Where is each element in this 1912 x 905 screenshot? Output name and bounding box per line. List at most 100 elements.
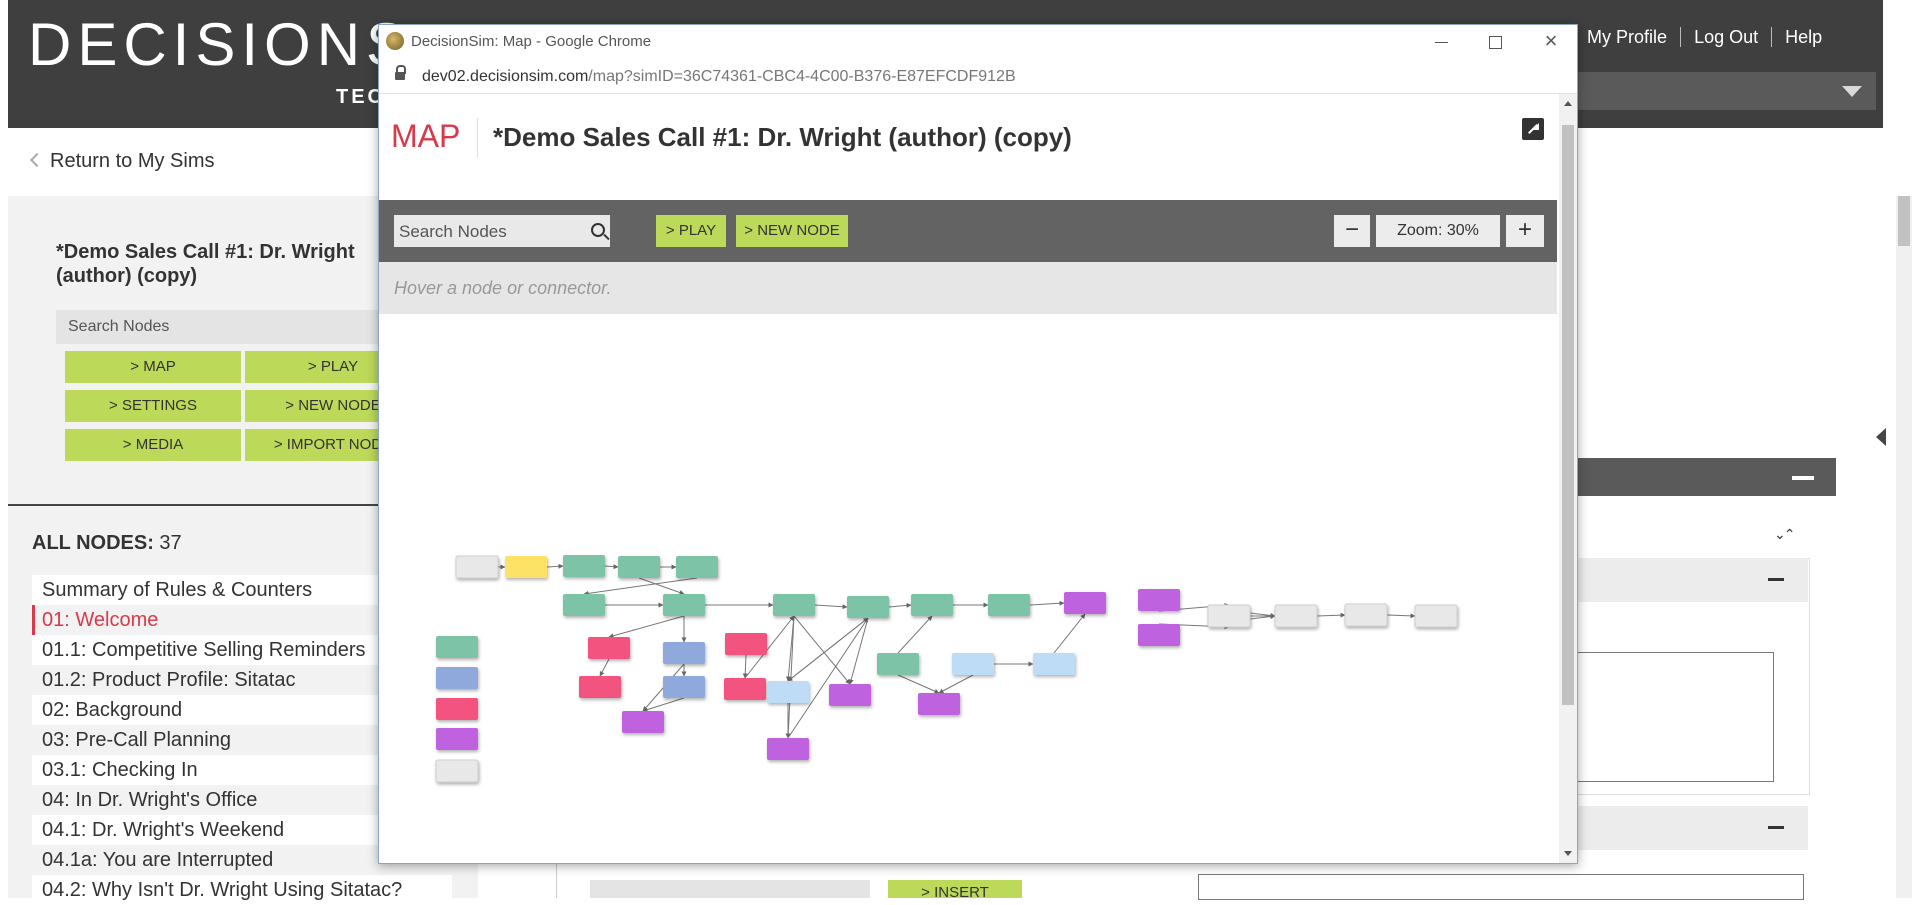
map-connector[interactable]: [546, 563, 564, 569]
minimize-icon[interactable]: [1427, 31, 1455, 53]
settings-button[interactable]: > SETTINGS: [65, 390, 241, 422]
map-node[interactable]: [911, 594, 953, 616]
map-node[interactable]: [505, 556, 547, 578]
map-node[interactable]: [773, 594, 815, 616]
maximize-icon[interactable]: [1481, 31, 1509, 53]
minus-icon[interactable]: [1792, 476, 1814, 480]
search-icon[interactable]: [591, 223, 605, 237]
map-legend-node[interactable]: [436, 728, 478, 750]
hover-hint: Hover a node or connector.: [394, 278, 612, 298]
map-node[interactable]: [1274, 604, 1318, 628]
map-node[interactable]: [724, 678, 766, 700]
content-textarea[interactable]: [1572, 652, 1774, 782]
page-scrollbar[interactable]: [1896, 196, 1912, 898]
map-node[interactable]: [1207, 604, 1251, 628]
map-connector[interactable]: [787, 617, 869, 682]
node-list-item[interactable]: 04.2: Why Isn't Dr. Wright Using Sitatac…: [32, 875, 452, 905]
map-node[interactable]: [1344, 603, 1388, 627]
zoom-in-button[interactable]: +: [1506, 215, 1544, 247]
window-title: DecisionSim: Map - Google Chrome: [411, 33, 652, 50]
map-nodes[interactable]: [435, 555, 1458, 783]
map-new-node-button[interactable]: > NEW NODE: [736, 215, 848, 247]
url-path: /map?simID=36C74361-CBC4-4C00-B376-E87EF…: [588, 68, 1016, 85]
map-connector[interactable]: [787, 617, 869, 739]
page-scrollbar-thumb[interactable]: [1898, 196, 1910, 246]
map-node[interactable]: [618, 556, 660, 578]
map-node[interactable]: [1138, 589, 1180, 611]
map-connector[interactable]: [814, 604, 848, 610]
chevron-down-icon[interactable]: [1826, 72, 1876, 110]
expand-icon[interactable]: [1522, 118, 1544, 140]
nav-log-out[interactable]: Log Out: [1694, 27, 1758, 47]
map-node[interactable]: [676, 556, 718, 578]
map-legend-node[interactable]: [436, 636, 478, 658]
logo[interactable]: DECISIONS: [28, 10, 412, 79]
map-legend-node[interactable]: [436, 667, 478, 689]
map-node[interactable]: [829, 684, 871, 706]
insert-input[interactable]: [590, 880, 870, 898]
double-chevron-icon[interactable]: ⌄⌃: [1774, 526, 1796, 543]
map-connector[interactable]: [604, 564, 619, 570]
map-node[interactable]: [588, 637, 630, 659]
zoom-readout: Zoom: 30%: [1376, 215, 1500, 247]
map-play-button[interactable]: > PLAY: [656, 215, 726, 247]
map-node[interactable]: [767, 738, 809, 760]
address-bar[interactable]: dev02.decisionsim.com/map?simID=36C74361…: [379, 59, 1577, 94]
map-node[interactable]: [663, 642, 705, 664]
nav-help[interactable]: Help: [1785, 27, 1822, 47]
url-text[interactable]: dev02.decisionsim.com/map?simID=36C74361…: [422, 68, 1016, 86]
bottom-textbox[interactable]: [1198, 874, 1804, 900]
map-node[interactable]: [563, 594, 605, 616]
node-map-canvas[interactable]: [379, 314, 1557, 863]
map-node[interactable]: [1064, 592, 1106, 614]
map-legend-node[interactable]: [435, 759, 479, 783]
map-node[interactable]: [725, 633, 767, 655]
close-icon[interactable]: ×: [1537, 30, 1565, 53]
insert-button[interactable]: > INSERT: [888, 880, 1022, 898]
map-node[interactable]: [663, 594, 705, 616]
map-connector[interactable]: [793, 615, 851, 685]
map-title: *Demo Sales Call #1: Dr. Wright (author)…: [493, 122, 1072, 152]
map-connector[interactable]: [1053, 613, 1086, 654]
map-connector[interactable]: [938, 674, 974, 694]
map-node[interactable]: [918, 693, 960, 715]
map-node[interactable]: [847, 596, 889, 618]
popup-scrollbar-thumb[interactable]: [1562, 125, 1574, 705]
map-connector[interactable]: [897, 615, 933, 654]
map-connector[interactable]: [742, 654, 748, 679]
map-node[interactable]: [663, 676, 705, 698]
map-node[interactable]: [952, 653, 994, 675]
return-to-my-sims-link[interactable]: Return to My Sims: [50, 150, 214, 173]
map-node[interactable]: [455, 555, 499, 579]
map-connector[interactable]: [1029, 600, 1065, 606]
map-connector[interactable]: [608, 615, 685, 639]
map-connector[interactable]: [1316, 612, 1346, 618]
chrome-popup-window: DecisionSim: Map - Google Chrome × dev02…: [378, 24, 1578, 864]
map-connector[interactable]: [583, 577, 698, 596]
map-legend-node[interactable]: [436, 698, 478, 720]
map-connector[interactable]: [888, 602, 912, 608]
collapse-left-icon[interactable]: [1876, 428, 1886, 446]
media-button[interactable]: > MEDIA: [65, 429, 241, 461]
map-node[interactable]: [563, 555, 605, 577]
scroll-up-icon[interactable]: [1564, 101, 1572, 106]
map-connector[interactable]: [848, 617, 869, 685]
map-node[interactable]: [1414, 604, 1458, 628]
map-button[interactable]: > MAP: [65, 351, 241, 383]
map-connector[interactable]: [1386, 613, 1416, 619]
map-node[interactable]: [579, 676, 621, 698]
map-connector[interactable]: [897, 674, 940, 694]
zoom-out-button[interactable]: −: [1334, 215, 1370, 247]
map-node[interactable]: [622, 711, 664, 733]
map-connector[interactable]: [599, 658, 610, 677]
map-node[interactable]: [1033, 653, 1075, 675]
map-node[interactable]: [1138, 624, 1180, 646]
minus-icon[interactable]: [1768, 578, 1784, 581]
map-page: MAP *Demo Sales Call #1: Dr. Wright (aut…: [379, 94, 1559, 863]
map-node[interactable]: [877, 653, 919, 675]
map-node[interactable]: [767, 681, 809, 703]
scroll-down-icon[interactable]: [1564, 851, 1572, 856]
nav-my-profile[interactable]: My Profile: [1587, 27, 1667, 47]
minus-icon[interactable]: [1768, 826, 1784, 829]
map-node[interactable]: [988, 594, 1030, 616]
